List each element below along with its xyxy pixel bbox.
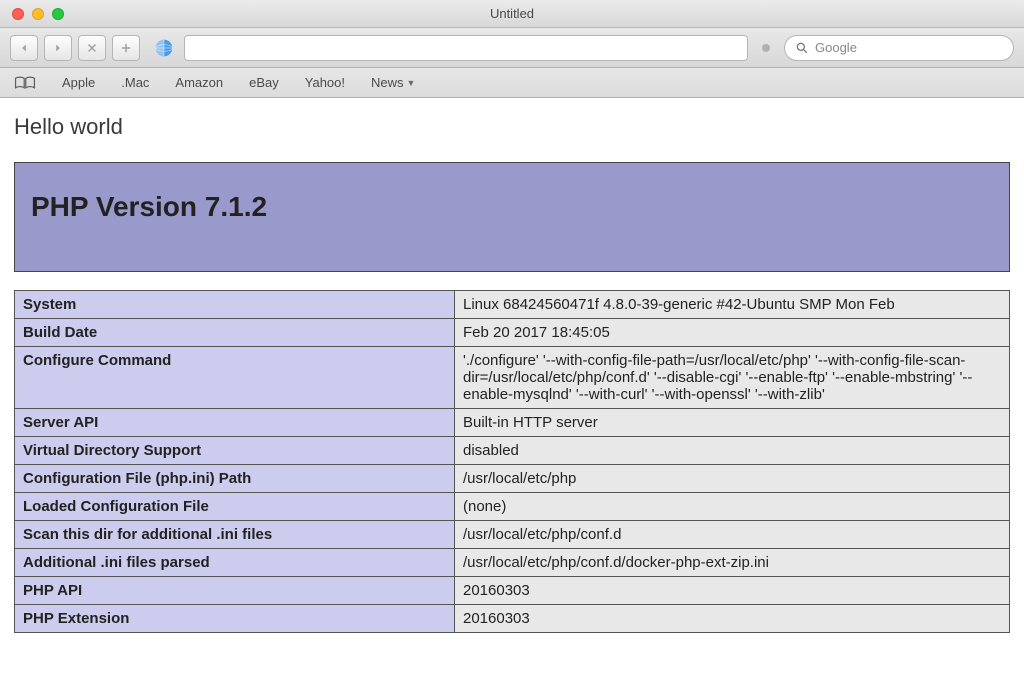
php-version-title: PHP Version 7.1.2 [31,191,993,223]
bookmark-news-label: News [371,75,404,90]
stop-button[interactable] [78,35,106,61]
table-key: System [15,291,455,319]
globe-icon [154,38,174,58]
table-key: Server API [15,409,455,437]
bookmark-mac[interactable]: .Mac [121,75,149,90]
table-row: Scan this dir for additional .ini files/… [15,521,1010,549]
table-value: Built-in HTTP server [455,409,1010,437]
table-row: Additional .ini files parsed/usr/local/e… [15,549,1010,577]
zoom-window-button[interactable] [52,8,64,20]
table-key: Additional .ini files parsed [15,549,455,577]
hello-text: Hello world [14,114,1010,140]
table-key: PHP API [15,577,455,605]
close-window-button[interactable] [12,8,24,20]
window-title: Untitled [0,6,1024,21]
table-value: /usr/local/etc/php [455,465,1010,493]
search-input[interactable] [815,40,1003,55]
search-icon [795,41,809,55]
table-row: Configure Command'./configure' '--with-c… [15,347,1010,409]
search-box[interactable] [784,35,1014,61]
table-row: Build DateFeb 20 2017 18:45:05 [15,319,1010,347]
window-titlebar: Untitled [0,0,1024,28]
address-bar[interactable] [184,35,748,61]
table-row: Server APIBuilt-in HTTP server [15,409,1010,437]
table-value: 20160303 [455,605,1010,633]
table-key: Scan this dir for additional .ini files [15,521,455,549]
table-value: /usr/local/etc/php/conf.d/docker-php-ext… [455,549,1010,577]
arrow-left-icon [17,41,31,55]
bookmark-yahoo[interactable]: Yahoo! [305,75,345,90]
arrow-right-icon [51,41,65,55]
table-row: PHP Extension20160303 [15,605,1010,633]
minimize-window-button[interactable] [32,8,44,20]
table-value: disabled [455,437,1010,465]
bookmark-ebay[interactable]: eBay [249,75,279,90]
php-version-header: PHP Version 7.1.2 [14,162,1010,272]
back-button[interactable] [10,35,38,61]
plus-icon [119,41,133,55]
bookmark-news[interactable]: News ▼ [371,75,415,90]
table-key: Configure Command [15,347,455,409]
table-key: Loaded Configuration File [15,493,455,521]
table-row: Configuration File (php.ini) Path/usr/lo… [15,465,1010,493]
table-row: SystemLinux 68424560471f 4.8.0-39-generi… [15,291,1010,319]
browser-toolbar [0,28,1024,68]
phpinfo-table: SystemLinux 68424560471f 4.8.0-39-generi… [14,290,1010,633]
table-value: './configure' '--with-config-file-path=/… [455,347,1010,409]
traffic-lights [0,8,64,20]
add-button[interactable] [112,35,140,61]
page-content: Hello world PHP Version 7.1.2 SystemLinu… [0,98,1024,633]
table-value: 20160303 [455,577,1010,605]
table-value: Feb 20 2017 18:45:05 [455,319,1010,347]
table-value: (none) [455,493,1010,521]
bookmarks-bar: Apple .Mac Amazon eBay Yahoo! News ▼ [0,68,1024,98]
table-row: PHP API20160303 [15,577,1010,605]
table-key: Virtual Directory Support [15,437,455,465]
table-value: /usr/local/etc/php/conf.d [455,521,1010,549]
table-key: Configuration File (php.ini) Path [15,465,455,493]
table-key: Build Date [15,319,455,347]
bookmark-amazon[interactable]: Amazon [175,75,223,90]
status-indicator-icon [762,44,770,52]
x-icon [85,41,99,55]
table-value: Linux 68424560471f 4.8.0-39-generic #42-… [455,291,1010,319]
bookmark-apple[interactable]: Apple [62,75,95,90]
table-key: PHP Extension [15,605,455,633]
table-row: Virtual Directory Supportdisabled [15,437,1010,465]
chevron-down-icon: ▼ [407,78,416,88]
forward-button[interactable] [44,35,72,61]
bookmarks-icon[interactable] [14,75,36,91]
table-row: Loaded Configuration File(none) [15,493,1010,521]
